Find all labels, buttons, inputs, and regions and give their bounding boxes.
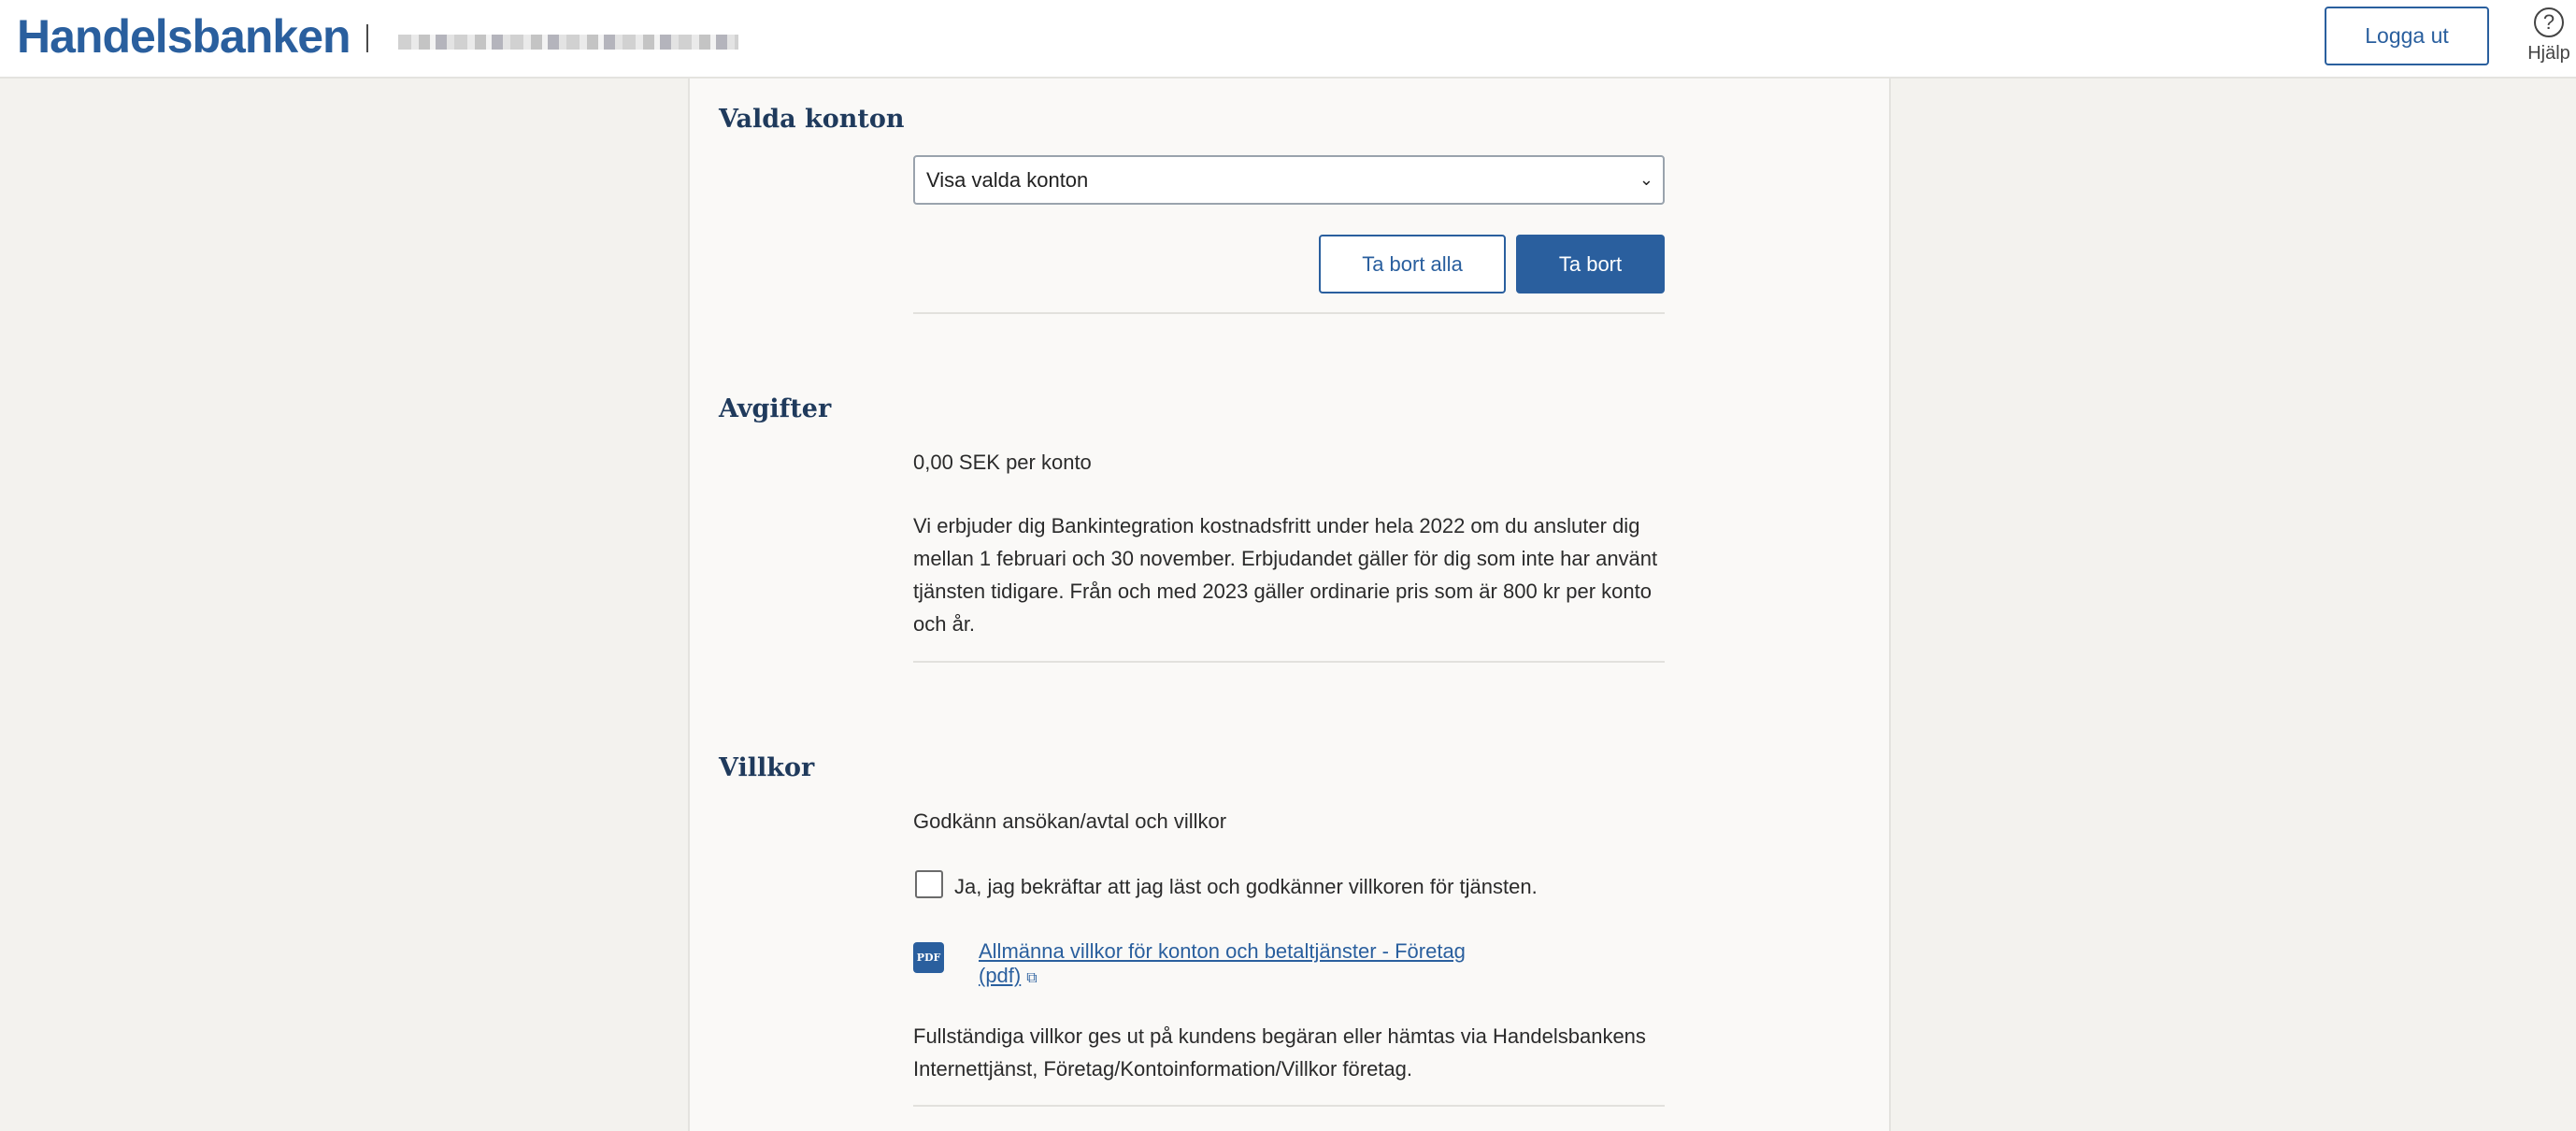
fee-description-line: mellan 1 februari och 30 november. Erbju… xyxy=(913,547,1658,570)
chevron-down-icon: ⌄ xyxy=(1639,170,1653,189)
terms-pdf-link-suffix[interactable]: (pdf) xyxy=(979,964,1021,987)
section-divider xyxy=(913,1105,1665,1107)
help-label: Hjälp xyxy=(2527,43,2570,64)
logo-separator xyxy=(366,24,368,52)
question-mark-icon: ? xyxy=(2534,7,2564,37)
selected-accounts-heading: Valda konton xyxy=(719,105,905,134)
select-value: Visa valda konton xyxy=(926,167,1089,192)
remove-button[interactable]: Ta bort xyxy=(1516,235,1665,293)
selected-accounts-select[interactable]: Visa valda konton ⌄ xyxy=(913,155,1665,205)
fees-heading: Avgifter xyxy=(719,394,832,423)
accept-terms-label[interactable]: Ja, jag bekräftar att jag läst och godkä… xyxy=(954,870,1538,903)
fee-description-line: Vi erbjuder dig Bankintegration kostnads… xyxy=(913,514,1640,537)
terms-heading: Villkor xyxy=(719,753,815,782)
pdf-icon: PDF xyxy=(913,942,944,973)
fee-description-line: och år. xyxy=(913,612,976,636)
redacted-company-name xyxy=(398,35,738,50)
top-header: Handelsbanken Logga ut ? Hjälp xyxy=(0,0,2576,79)
terms-pdf-link[interactable]: Allmänna villkor för konton och betaltjä… xyxy=(979,939,1502,991)
terms-footer-line: Internettjänst, Företag/Kontoinformation… xyxy=(913,1057,1412,1081)
fee-description-line: tjänsten tidigare. Från och med 2023 gäl… xyxy=(913,580,1652,603)
fee-price: 0,00 SEK per konto xyxy=(913,451,1092,474)
logout-button[interactable]: Logga ut xyxy=(2325,7,2489,65)
handelsbanken-logo[interactable]: Handelsbanken xyxy=(17,9,351,64)
terms-pdf-link-text[interactable]: Allmänna villkor för konton och betaltjä… xyxy=(979,939,1466,963)
terms-subtitle: Godkänn ansökan/avtal och villkor xyxy=(913,809,1227,833)
remove-all-button[interactable]: Ta bort alla xyxy=(1319,235,1506,293)
accept-terms-checkbox[interactable] xyxy=(915,870,943,898)
help-button[interactable]: ? Hjälp xyxy=(2524,7,2574,67)
section-divider xyxy=(913,312,1665,314)
terms-footer-line: Fullständiga villkor ges ut på kundens b… xyxy=(913,1024,1646,1048)
external-link-icon: ⧉ xyxy=(1026,970,1038,986)
section-divider xyxy=(913,661,1665,663)
